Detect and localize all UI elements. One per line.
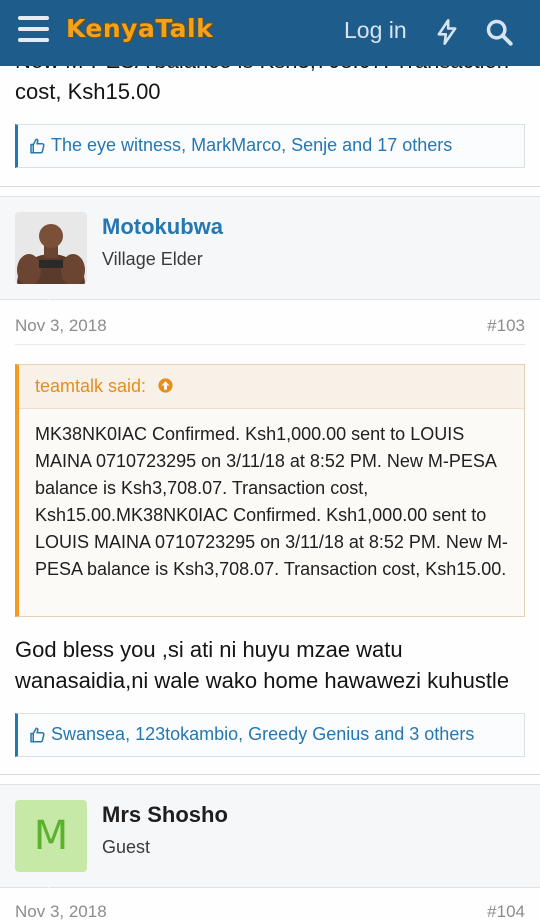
username: Mrs Shosho (102, 802, 228, 827)
reaction-user-link[interactable]: 123tokambio (135, 724, 238, 744)
avatar-photo (15, 212, 87, 284)
top-navigation-bar: KenyaTalk Log in (0, 0, 540, 66)
reactions-bar[interactable]: The eye witness, MarkMarco, Senje and 17… (15, 124, 525, 168)
thumbs-up-icon (30, 727, 45, 743)
username-link[interactable]: Motokubwa (102, 214, 223, 240)
divider (15, 344, 525, 345)
quote-block: teamtalk said: MK38NK0IAC Confirmed. Ksh… (15, 364, 525, 617)
thumbs-up-icon (30, 138, 45, 154)
post-user-block: M Mrs Shosho Guest (0, 784, 540, 898)
reaction-others-link[interactable]: and 17 others (342, 135, 452, 155)
user-block-caret (38, 887, 60, 898)
reaction-others-link[interactable]: and 3 others (374, 724, 474, 744)
search-icon[interactable] (485, 18, 513, 46)
bolt-icon[interactable] (433, 18, 461, 46)
avatar[interactable]: M (15, 800, 87, 872)
quote-author[interactable]: teamtalk said: (35, 376, 146, 396)
reaction-user-link[interactable]: Senje (291, 135, 337, 155)
reaction-user-link[interactable]: Swansea (51, 724, 125, 744)
post-date[interactable]: Nov 3, 2018 (15, 902, 107, 920)
user-title: Guest (102, 837, 151, 857)
post-number-link[interactable]: #103 (487, 316, 525, 336)
post-message: God bless you ,si ati ni huyu mzae watu … (15, 637, 510, 693)
reactions-bar[interactable]: Swansea, 123tokambio, Greedy Genius and … (15, 713, 525, 757)
reaction-user-link[interactable]: Greedy Genius (248, 724, 369, 744)
post-separator (0, 186, 540, 187)
quote-text: MK38NK0IAC Confirmed. Ksh1,000.00 sent t… (35, 424, 508, 579)
arrow-up-circle-icon[interactable] (157, 377, 174, 394)
avatar[interactable] (15, 212, 87, 284)
avatar-letter: M (33, 813, 69, 859)
post-separator (0, 774, 540, 775)
user-block-caret (38, 299, 60, 310)
reaction-user-link[interactable]: The eye witness (51, 135, 181, 155)
post-user-block: Motokubwa Village Elder (0, 196, 540, 310)
post-date[interactable]: Nov 3, 2018 (15, 316, 107, 336)
reaction-user-link[interactable]: MarkMarco (191, 135, 281, 155)
site-logo[interactable]: KenyaTalk (66, 14, 213, 43)
quote-header[interactable]: teamtalk said: (19, 365, 524, 409)
menu-icon[interactable] (18, 16, 49, 44)
post-number-link[interactable]: #104 (487, 902, 525, 920)
user-title: Village Elder (102, 249, 203, 269)
login-link[interactable]: Log in (344, 17, 407, 44)
